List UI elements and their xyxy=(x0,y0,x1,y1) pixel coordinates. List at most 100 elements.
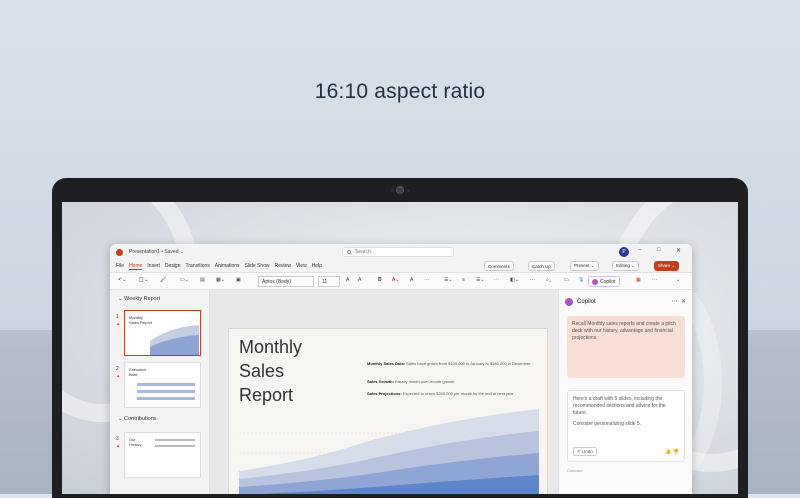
maximize-button[interactable]: □ xyxy=(657,247,661,253)
menu-bar: File Home Insert Design Transitions Anim… xyxy=(110,260,692,272)
reply-text: Here's a draft with 5 slides, including … xyxy=(573,396,666,416)
search-placeholder: Search xyxy=(355,249,371,255)
tab-animations[interactable]: Animations xyxy=(215,263,240,269)
title-bar: Presentation1 • Saved ⌄ Search P – □ ✕ xyxy=(110,244,692,260)
powerpoint-icon xyxy=(116,248,123,256)
present-label: Present ⌄ xyxy=(574,263,595,268)
section-weekly-report[interactable]: ⌄ Weekly Report xyxy=(118,296,160,302)
copilot-reply-card: Here's a draft with 5 slides, including … xyxy=(567,390,685,462)
more-paragraph-icon[interactable]: ··· xyxy=(494,277,499,283)
find-icon[interactable]: ⌕⌄ xyxy=(546,277,551,283)
camera-sensor-dot xyxy=(391,189,394,192)
editing-button[interactable]: Editing ⌄ xyxy=(612,261,639,271)
tab-transitions[interactable]: Transitions xyxy=(186,263,210,269)
bullet-sales-growth[interactable]: Sales Growth: Steady month-over-month gr… xyxy=(367,379,537,384)
tab-view[interactable]: View xyxy=(296,263,307,269)
bullet-sales-data[interactable]: Monthly Sales Data: Sales have grown fro… xyxy=(367,361,537,366)
search-icon xyxy=(347,249,352,255)
add-ins-icon[interactable]: ▦ xyxy=(636,277,641,283)
tab-slide-show[interactable]: Slide Show xyxy=(245,263,270,269)
undo-icon[interactable]: ↶⌄ xyxy=(118,277,126,283)
catch-up-button[interactable]: Catch Up xyxy=(528,261,555,271)
shrink-font-icon[interactable]: A xyxy=(358,277,361,283)
slide-number: 3 xyxy=(116,436,119,442)
bullet-label: Sales Growth: xyxy=(367,379,394,384)
thumbnail-title: Executive Brief xyxy=(129,367,147,377)
ribbon: ↶⌄ 📋⌄ 🖌 ▭⌄ ▤ ▦⌄ ▣ Aptos (Body) 11 A A B … xyxy=(110,272,692,290)
thumbnail-chart xyxy=(150,325,199,355)
format-painter-icon[interactable]: 🖌 xyxy=(160,277,166,283)
designer-icon[interactable]: ▭ xyxy=(564,277,569,283)
bullet-text: Expected to reach $200,000 per month by … xyxy=(401,391,514,396)
close-icon[interactable]: ✕ xyxy=(681,299,686,305)
copilot-ribbon-button[interactable]: Copilot xyxy=(588,276,620,287)
share-button[interactable]: Share ⌄ xyxy=(654,261,680,271)
dictate-icon[interactable]: 🎙 xyxy=(578,277,584,283)
tab-design[interactable]: Design xyxy=(165,263,181,269)
collapse-ribbon-icon[interactable]: ⌄ xyxy=(676,277,680,283)
bullet-sales-projections[interactable]: Sales Projections: Expected to reach $20… xyxy=(367,391,537,396)
bullets-icon[interactable]: ☰⌄ xyxy=(444,277,453,283)
webcam-icon xyxy=(396,186,404,194)
font-size-select[interactable]: 11 xyxy=(318,276,340,287)
slide-number: 2 xyxy=(116,366,119,372)
section-contributions[interactable]: ⌄ Contributions xyxy=(118,416,157,422)
slide-thumbnail-panel: ⌄ Weekly Report 1 ✦ Monthly Sales Report… xyxy=(110,290,210,494)
new-slide-icon[interactable]: ▭⌄ xyxy=(180,277,189,283)
tab-review[interactable]: Review xyxy=(275,263,291,269)
slide-editor: Monthly Sales Report Monthly Sales Data:… xyxy=(210,290,558,494)
undo-button[interactable]: ↶ Undo xyxy=(573,447,597,456)
slide-title[interactable]: Monthly Sales Report xyxy=(239,337,302,409)
more-options-icon[interactable]: ··· xyxy=(652,277,657,283)
search-box[interactable]: Search xyxy=(342,247,454,257)
more-options-icon[interactable]: ⋯ xyxy=(672,299,678,305)
slide-number: 1 xyxy=(116,314,119,320)
current-slide[interactable]: Monthly Sales Report Monthly Sales Data:… xyxy=(228,328,548,494)
bullet-label: Monthly Sales Data: xyxy=(367,361,406,366)
numbering-icon[interactable]: ≡ xyxy=(462,277,465,283)
comments-button[interactable]: Comments xyxy=(484,261,514,271)
thumbnail-bar xyxy=(137,397,195,400)
reply-suggestion: Consider personalizing slide 5. xyxy=(573,421,642,427)
tab-insert[interactable]: Insert xyxy=(147,263,160,269)
arrange-icon[interactable]: ··· xyxy=(530,277,535,283)
thumbnail-title: Our History xyxy=(129,437,142,447)
thumbnail-line xyxy=(155,439,195,441)
clear-formatting-icon[interactable]: A xyxy=(410,277,413,283)
clipboard-icon[interactable]: 📋⌄ xyxy=(138,277,148,283)
sparkle-icon: ✦ xyxy=(116,322,121,328)
tab-home[interactable]: Home xyxy=(129,263,143,270)
copilot-footer: Contoso xyxy=(567,468,582,473)
slide-thumbnail-1[interactable]: Monthly Sales Report xyxy=(124,310,201,356)
thumbnail-bar xyxy=(137,383,195,386)
sales-area-chart xyxy=(239,409,539,494)
font-name-select[interactable]: Aptos (Body) xyxy=(258,276,314,287)
powerpoint-window: Presentation1 • Saved ⌄ Search P – □ ✕ F… xyxy=(110,244,692,494)
grow-font-icon[interactable]: A xyxy=(346,277,349,283)
reset-icon[interactable]: ▣ xyxy=(236,277,241,283)
feedback-icons[interactable]: 👍 👎 xyxy=(665,449,679,456)
bold-button[interactable]: B xyxy=(378,277,382,283)
slide-thumbnail-3[interactable]: Our History xyxy=(124,432,201,478)
bullet-label: Sales Projections: xyxy=(367,391,402,396)
copilot-pane-controls[interactable]: ⋯ ✕ xyxy=(672,298,686,305)
document-title[interactable]: Presentation1 • Saved ⌄ xyxy=(129,249,184,255)
close-button[interactable]: ✕ xyxy=(676,247,681,254)
tab-file[interactable]: File xyxy=(116,263,124,269)
avatar[interactable]: P xyxy=(619,247,629,257)
slide-title-line: Sales xyxy=(239,361,285,381)
align-icon[interactable]: ☰⌄ xyxy=(476,277,485,283)
copilot-header: Copilot xyxy=(565,298,596,306)
present-button[interactable]: Present ⌄ xyxy=(570,261,599,271)
font-color-icon[interactable]: A⌄ xyxy=(392,277,400,283)
slide-thumbnail-2[interactable]: Executive Brief xyxy=(124,362,201,408)
tab-help[interactable]: Help xyxy=(312,263,322,269)
layout-icon[interactable]: ▤ xyxy=(200,277,205,283)
copilot-pane: Copilot ⋯ ✕ Recall Monthly sales reports… xyxy=(558,290,692,494)
shapes-icon[interactable]: ◧⌄ xyxy=(510,277,519,283)
minimize-button[interactable]: – xyxy=(638,247,641,253)
section-icon[interactable]: ▦⌄ xyxy=(216,277,225,283)
font-name-value: Aptos (Body) xyxy=(262,278,291,285)
more-icon[interactable]: ··· xyxy=(424,277,429,283)
copilot-icon xyxy=(592,278,598,285)
